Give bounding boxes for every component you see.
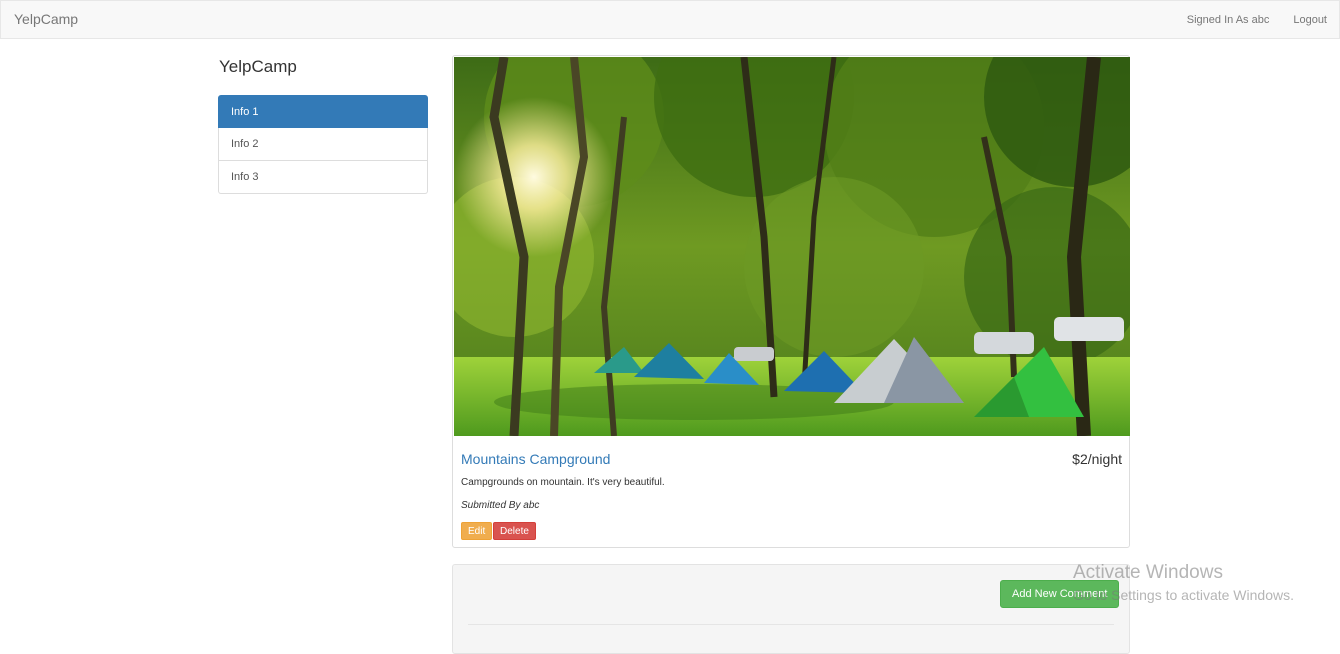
- sidebar-title: YelpCamp: [219, 57, 297, 76]
- campground-thumbnail: Mountains Campground $2/night Campground…: [452, 55, 1130, 548]
- sidebar-item-info-2[interactable]: Info 2: [218, 128, 428, 161]
- comments-divider: [468, 624, 1114, 625]
- comments-well: Add New Comment: [452, 564, 1130, 654]
- edit-button[interactable]: Edit: [461, 522, 493, 540]
- delete-button[interactable]: Delete: [493, 522, 536, 540]
- watermark-title: Activate Windows: [1073, 562, 1223, 583]
- logout-link[interactable]: Logout: [1293, 14, 1327, 26]
- campground-photo: [454, 57, 1130, 436]
- campground-name-link[interactable]: Mountains Campground: [461, 451, 610, 467]
- navbar-brand[interactable]: YelpCamp: [14, 11, 78, 27]
- sidebar-item-info-3[interactable]: Info 3: [218, 161, 428, 194]
- sidebar-item-info-1[interactable]: Info 1: [218, 95, 428, 128]
- campground-photo-image: [454, 57, 1130, 436]
- sidebar-list: Info 1 Info 2 Info 3: [218, 95, 428, 194]
- activate-windows-watermark: Activate Windows Go to Settings to activ…: [1073, 562, 1294, 603]
- signed-in-link[interactable]: Signed In As abc: [1187, 14, 1270, 26]
- watermark-subtitle: Go to Settings to activate Windows.: [1073, 587, 1294, 603]
- navbar: YelpCamp Signed In As abc Logout: [0, 0, 1340, 39]
- campground-description: Campgrounds on mountain. It's very beaut…: [461, 477, 665, 488]
- campground-price: $2/night: [1072, 451, 1122, 467]
- submitted-by: Submitted By abc: [461, 500, 540, 511]
- navbar-right: Signed In As abc Logout: [1187, 1, 1339, 38]
